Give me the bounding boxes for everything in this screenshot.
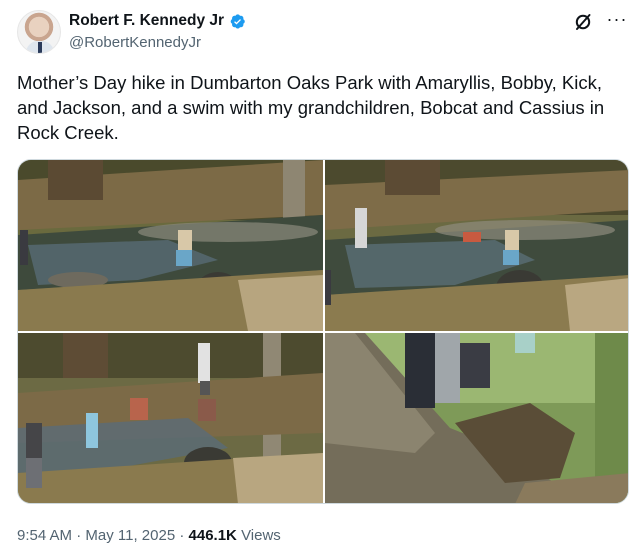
- header-actions: ···: [573, 9, 627, 32]
- creek-photo-2[interactable]: [325, 160, 628, 331]
- creek-photo-3-image: [18, 333, 323, 503]
- avatar[interactable]: [17, 10, 61, 54]
- grok-icon-glyph: [575, 14, 591, 30]
- fallen-tree-photo-image: [325, 333, 628, 503]
- post-text: Mother’s Day hike in Dumbarton Oaks Park…: [17, 72, 605, 143]
- creek-photo-2-image: [325, 160, 628, 331]
- post-meta: 9:54 AM · May 11, 2025 · 446.1K Views: [17, 527, 281, 544]
- grok-icon[interactable]: [573, 12, 593, 32]
- name-row: Robert F. Kennedy Jr: [69, 12, 246, 30]
- more-icon[interactable]: ···: [607, 9, 627, 29]
- fallen-tree-photo[interactable]: [325, 333, 628, 503]
- post-date[interactable]: May 11, 2025: [85, 527, 175, 544]
- handle[interactable]: @RobertKennedyJr: [69, 34, 201, 51]
- verified-badge-icon: [230, 13, 245, 29]
- meta-separator: ·: [72, 527, 86, 544]
- views-label: Views: [241, 527, 281, 544]
- creek-photo-3[interactable]: [18, 333, 323, 503]
- display-name[interactable]: Robert F. Kennedy Jr: [69, 12, 224, 30]
- creek-photo-1-image: [18, 160, 323, 331]
- views-count[interactable]: 446.1K: [189, 527, 237, 544]
- post-time[interactable]: 9:54 AM: [17, 527, 72, 544]
- avatar-tie: [38, 42, 42, 53]
- creek-photo-1[interactable]: [18, 160, 323, 331]
- post-header: Robert F. Kennedy Jr @RobertKennedyJr ··…: [17, 8, 627, 58]
- meta-separator-2: ·: [175, 527, 189, 544]
- media-grid: [17, 159, 629, 504]
